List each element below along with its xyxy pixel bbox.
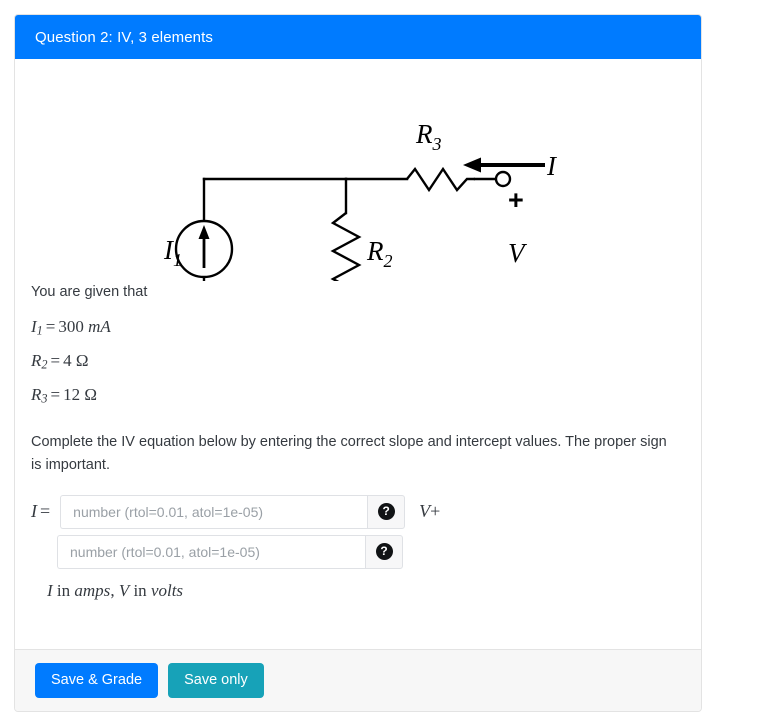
given-line-r2: R2 = 4 Ω bbox=[15, 351, 701, 373]
slope-input[interactable] bbox=[60, 494, 368, 529]
given-symbol-r2: R2 bbox=[31, 351, 48, 372]
label-r3: R3 bbox=[415, 119, 442, 154]
slope-suffix-label: V+ bbox=[419, 501, 441, 522]
answer-area: I= ? V+ ? bbox=[15, 477, 701, 601]
save-only-button[interactable]: Save only bbox=[168, 662, 264, 699]
label-i-current: I bbox=[546, 151, 558, 181]
given-intro: You are given that bbox=[31, 284, 148, 300]
given-value-r2: 4 bbox=[63, 351, 72, 371]
given-line-i1: I1 = 300 mA bbox=[15, 317, 701, 339]
intercept-input-group: ? bbox=[57, 534, 403, 569]
question-mark-icon: ? bbox=[377, 503, 395, 521]
save-and-grade-button[interactable]: Save & Grade bbox=[35, 662, 159, 699]
given-value-i1: 300 bbox=[58, 317, 84, 337]
page-root: Question 2: IV, 3 elements I1 R2 R3 I V … bbox=[0, 0, 758, 714]
resistor-r2-symbol bbox=[330, 212, 362, 281]
units-note: I in amps, V in volts bbox=[47, 580, 184, 600]
equation-lhs-label: I = bbox=[31, 501, 51, 522]
given-value-r3: 12 bbox=[63, 384, 81, 404]
answer-row-slope: I= ? V+ bbox=[31, 494, 685, 529]
card-body: I1 R2 R3 I V + − You are given that bbox=[15, 59, 701, 649]
given-unit-i1: mA bbox=[88, 317, 111, 337]
terminal-positive bbox=[494, 170, 512, 188]
given-eq-i1: = bbox=[45, 317, 56, 337]
circuit-schematic-svg: I1 R2 R3 I V + − bbox=[163, 119, 558, 281]
slope-help-button[interactable]: ? bbox=[367, 494, 406, 529]
given-unit-r3: Ω bbox=[84, 384, 97, 404]
label-polarity-plus: + bbox=[508, 185, 524, 215]
given-unit-r2: Ω bbox=[75, 351, 89, 371]
label-v-voltage: V bbox=[508, 238, 528, 268]
question-card: Question 2: IV, 3 elements I1 R2 R3 I V … bbox=[14, 14, 702, 712]
answer-row-intercept: ? bbox=[31, 534, 685, 569]
label-r2: R2 bbox=[366, 236, 393, 271]
card-header: Question 2: IV, 3 elements bbox=[15, 15, 701, 59]
given-symbol-i1: I1 bbox=[31, 317, 43, 339]
instructions-text: Complete the IV equation below by enteri… bbox=[31, 433, 667, 473]
intercept-input[interactable] bbox=[57, 534, 365, 569]
intercept-help-button[interactable]: ? bbox=[365, 534, 403, 569]
slope-input-group: ? bbox=[60, 494, 406, 529]
card-footer: Save & Grade Save only bbox=[15, 649, 701, 711]
given-symbol-r3: R3 bbox=[31, 384, 48, 406]
given-eq-r3: = bbox=[50, 384, 61, 404]
circuit-diagram: I1 R2 R3 I V + − bbox=[15, 59, 701, 281]
current-direction-arrow bbox=[463, 157, 545, 173]
question-mark-icon: ? bbox=[375, 543, 393, 561]
resistor-r3-symbol bbox=[406, 166, 475, 193]
given-line-r3: R3 = 12 Ω bbox=[15, 385, 701, 407]
page-title: Question 2: IV, 3 elements bbox=[35, 28, 213, 46]
given-eq-r2: = bbox=[50, 351, 61, 371]
